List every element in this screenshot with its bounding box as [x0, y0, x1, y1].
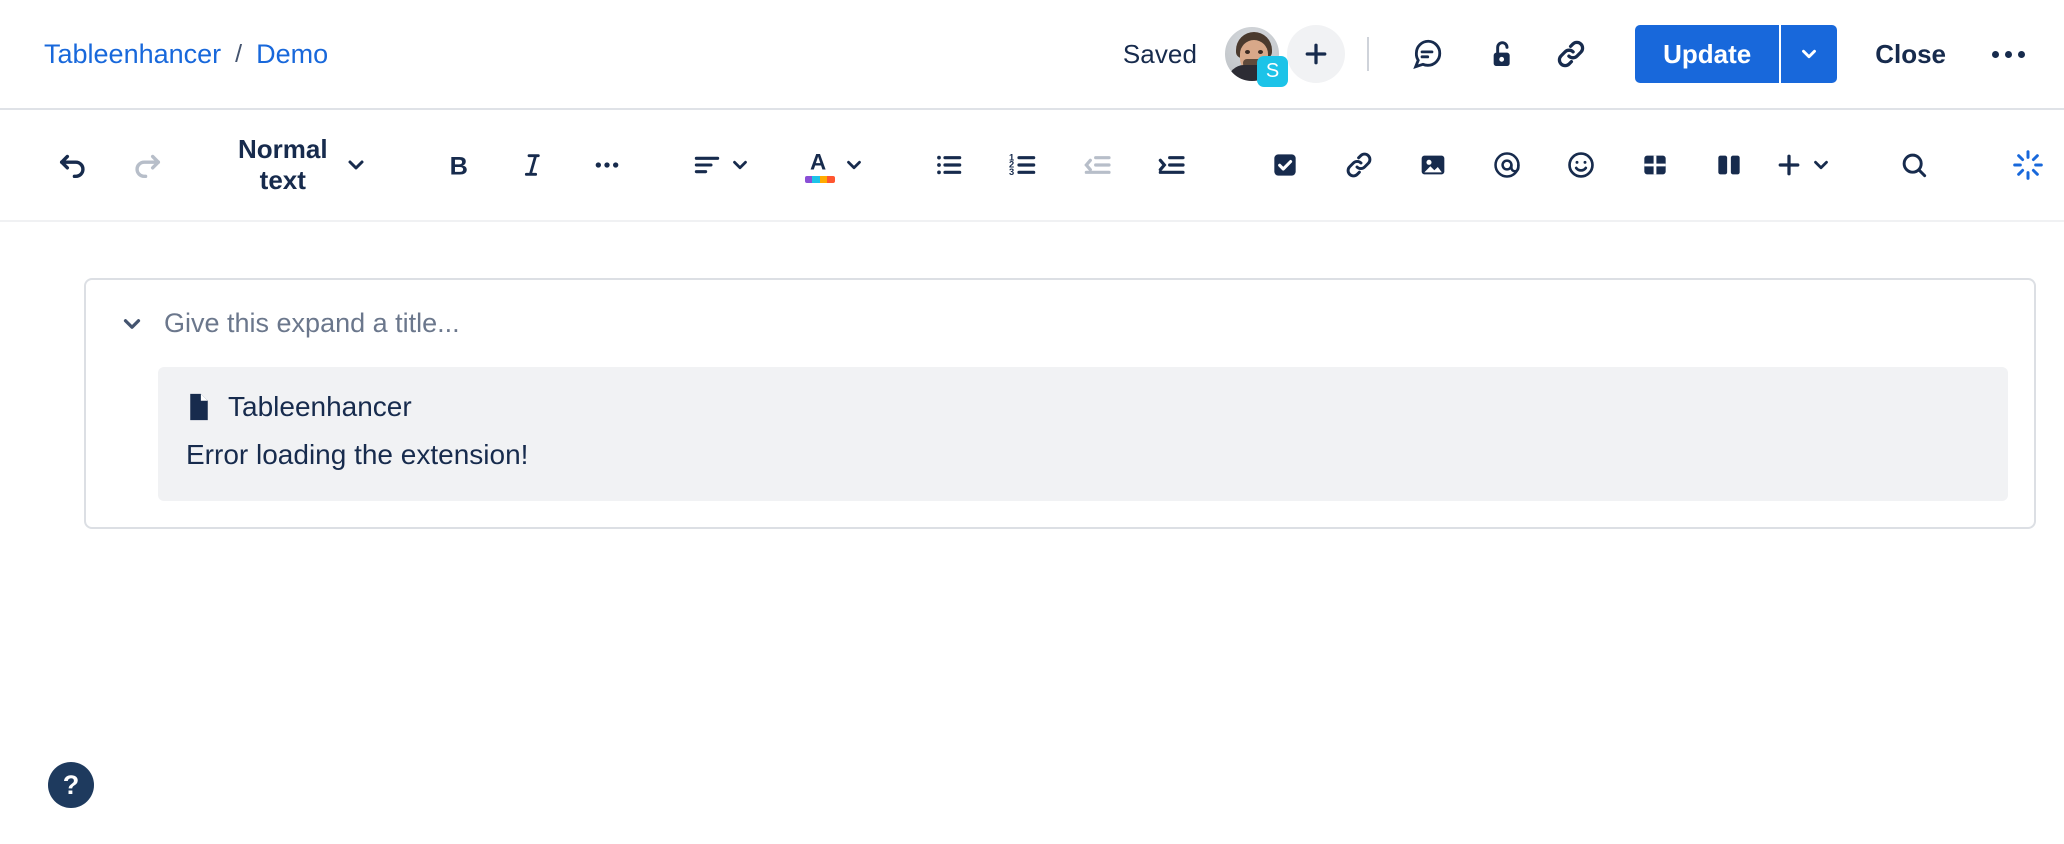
table-icon — [1639, 149, 1671, 181]
italic-icon — [517, 149, 549, 181]
more-options-button[interactable] — [1980, 26, 2036, 82]
confluence-editor-page: Tableenhancer / Demo Saved S Update Clos… — [0, 0, 2064, 844]
text-align-dropdown[interactable] — [693, 137, 749, 193]
insert-link-button[interactable] — [1331, 137, 1387, 193]
editor-header: Tableenhancer / Demo Saved S Update Clos… — [0, 0, 2064, 110]
expand-title-input[interactable]: Give this expand a title... — [164, 308, 460, 339]
chevron-down-icon — [729, 154, 751, 176]
indent-icon — [1155, 149, 1187, 181]
indent-button[interactable] — [1143, 137, 1199, 193]
task-list-button[interactable] — [1257, 137, 1313, 193]
comment-button[interactable] — [1399, 26, 1455, 82]
chevron-down-icon — [1798, 43, 1820, 65]
update-button-group: Update — [1635, 25, 1838, 83]
bold-button[interactable]: B — [431, 137, 487, 193]
question-circle-icon: ? — [62, 769, 80, 800]
text-color-dropdown[interactable]: A — [804, 137, 865, 193]
undo-icon — [56, 148, 90, 182]
add-person-button[interactable] — [1287, 25, 1346, 83]
link-icon — [1554, 37, 1588, 71]
text-style-dropdown[interactable]: Normal text — [224, 134, 382, 195]
update-button[interactable]: Update — [1635, 25, 1780, 83]
page-document-icon — [186, 392, 212, 422]
header-actions: Saved S Update Close — [1122, 25, 2036, 87]
breadcrumb-page-link[interactable]: Demo — [256, 39, 328, 70]
emoji-icon — [1565, 149, 1597, 181]
insert-more-button[interactable] — [1775, 137, 1831, 193]
numbered-list-button[interactable]: 1 2 3 — [995, 137, 1051, 193]
extension-title: Tableenhancer — [228, 391, 412, 422]
outdent-button[interactable] — [1069, 137, 1125, 193]
breadcrumb: Tableenhancer / Demo — [44, 39, 328, 70]
numbered-list-icon: 1 2 3 — [1007, 149, 1039, 181]
extension-title-row: Tableenhancer — [186, 391, 1980, 423]
help-button[interactable]: ? — [48, 762, 94, 808]
avatar[interactable]: S — [1223, 25, 1289, 87]
link-icon — [1343, 149, 1375, 181]
svg-text:A: A — [810, 149, 826, 174]
update-dropdown-button[interactable] — [1779, 25, 1838, 83]
text-color-icon: A — [804, 148, 835, 183]
editor-toolbar: Normal text B A 1 2 3 — [0, 110, 2064, 222]
plus-icon — [1301, 39, 1331, 69]
header-divider — [1367, 37, 1370, 71]
more-formatting-button[interactable] — [579, 137, 635, 193]
text-color-swatch — [804, 175, 835, 183]
ai-sparkle-icon — [2011, 148, 2045, 182]
more-formatting-icon — [591, 149, 623, 181]
restrictions-button[interactable] — [1471, 26, 1527, 82]
redo-button[interactable] — [119, 137, 175, 193]
chevron-down-icon[interactable] — [118, 310, 146, 338]
chevron-down-icon — [344, 153, 368, 177]
mention-icon — [1491, 149, 1523, 181]
text-style-label: Normal text — [238, 134, 328, 195]
copy-link-button[interactable] — [1543, 26, 1599, 82]
plus-icon — [1774, 150, 1804, 180]
ai-assistant-button[interactable] — [2000, 137, 2056, 193]
more-horizontal-icon — [1991, 50, 2025, 58]
bold-icon: B — [443, 149, 475, 181]
bullet-list-button[interactable] — [921, 137, 977, 193]
close-button[interactable]: Close — [1851, 25, 1970, 83]
extension-error-message: Error loading the extension! — [186, 439, 529, 470]
find-replace-button[interactable] — [1886, 137, 1942, 193]
editor-content-area[interactable]: Give this expand a title... Tableenhance… — [0, 222, 2064, 844]
text-align-icon — [691, 149, 723, 181]
insert-table-button[interactable] — [1627, 137, 1683, 193]
chevron-down-icon — [1810, 154, 1832, 176]
save-status-label: Saved — [1122, 38, 1198, 69]
undo-button[interactable] — [45, 137, 101, 193]
breadcrumb-separator: / — [235, 39, 243, 68]
chevron-down-icon — [843, 154, 865, 176]
avatar-status-badge: S — [1257, 56, 1289, 87]
comment-icon — [1410, 37, 1444, 71]
checkbox-icon — [1269, 149, 1301, 181]
expand-header[interactable]: Give this expand a title... — [112, 302, 2008, 347]
emoji-button[interactable] — [1553, 137, 1609, 193]
expand-macro[interactable]: Give this expand a title... Tableenhance… — [84, 278, 2036, 529]
search-icon — [1898, 149, 1930, 181]
extension-panel[interactable]: Tableenhancer Error loading the extensio… — [158, 367, 2008, 501]
svg-text:B: B — [449, 152, 467, 180]
layout-columns-icon — [1713, 149, 1745, 181]
svg-text:3: 3 — [1009, 167, 1014, 177]
breadcrumb-space-link[interactable]: Tableenhancer — [44, 39, 221, 70]
insert-image-button[interactable] — [1405, 137, 1461, 193]
outdent-icon — [1081, 149, 1113, 181]
image-icon — [1417, 149, 1449, 181]
unlock-icon — [1483, 38, 1515, 70]
mention-button[interactable] — [1479, 137, 1535, 193]
bullet-list-icon — [933, 149, 965, 181]
redo-icon — [130, 148, 164, 182]
italic-button[interactable] — [505, 137, 561, 193]
layout-columns-button[interactable] — [1701, 137, 1757, 193]
